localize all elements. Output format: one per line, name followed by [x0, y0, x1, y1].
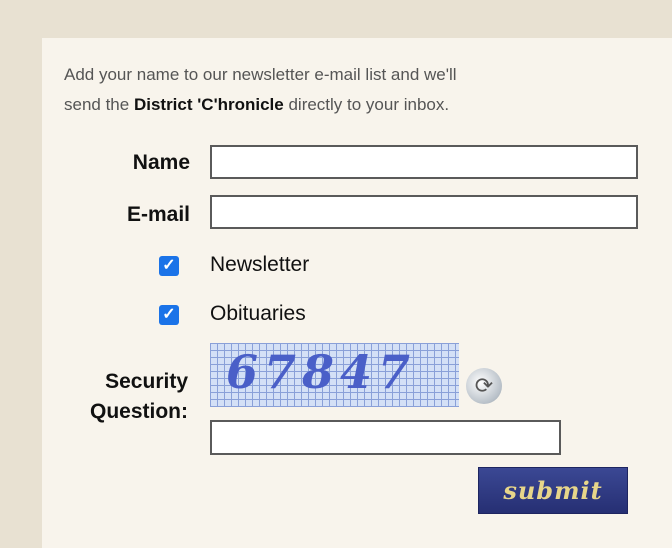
check-icon: ✓ [162, 257, 176, 274]
security-label: Security Question: [40, 370, 188, 424]
publication-name: District 'C'hronicle [133, 95, 284, 114]
intro-line-1: Add your name to our newsletter e-mail l… [64, 65, 457, 84]
intro-line-2: send the District 'C'hronicle directly t… [64, 90, 624, 120]
name-field[interactable] [210, 145, 638, 179]
intro-line-2-suffix: directly to your inbox. [283, 95, 450, 114]
newsletter-intro: Add your name to our newsletter e-mail l… [64, 60, 624, 120]
obituaries-label: Obituaries [210, 302, 306, 325]
security-label-line-2: Question: [90, 400, 188, 423]
intro-line-2-prefix: send the [64, 95, 134, 114]
security-label-line-1: Security [105, 370, 188, 393]
security-answer-field[interactable] [210, 420, 561, 455]
newsletter-label: Newsletter [210, 253, 310, 276]
captcha-text: 67847 [226, 345, 417, 399]
check-icon: ✓ [162, 306, 176, 323]
newsletter-checkbox[interactable]: ✓ [159, 256, 179, 276]
name-label: Name [132, 151, 190, 174]
captcha-image: 67847 [210, 343, 459, 407]
submit-button[interactable]: submit [478, 467, 628, 514]
obituaries-checkbox[interactable]: ✓ [159, 305, 179, 325]
refresh-icon[interactable]: ⟳ [466, 368, 502, 404]
email-label: E-mail [126, 203, 190, 226]
email-field[interactable] [210, 195, 638, 229]
